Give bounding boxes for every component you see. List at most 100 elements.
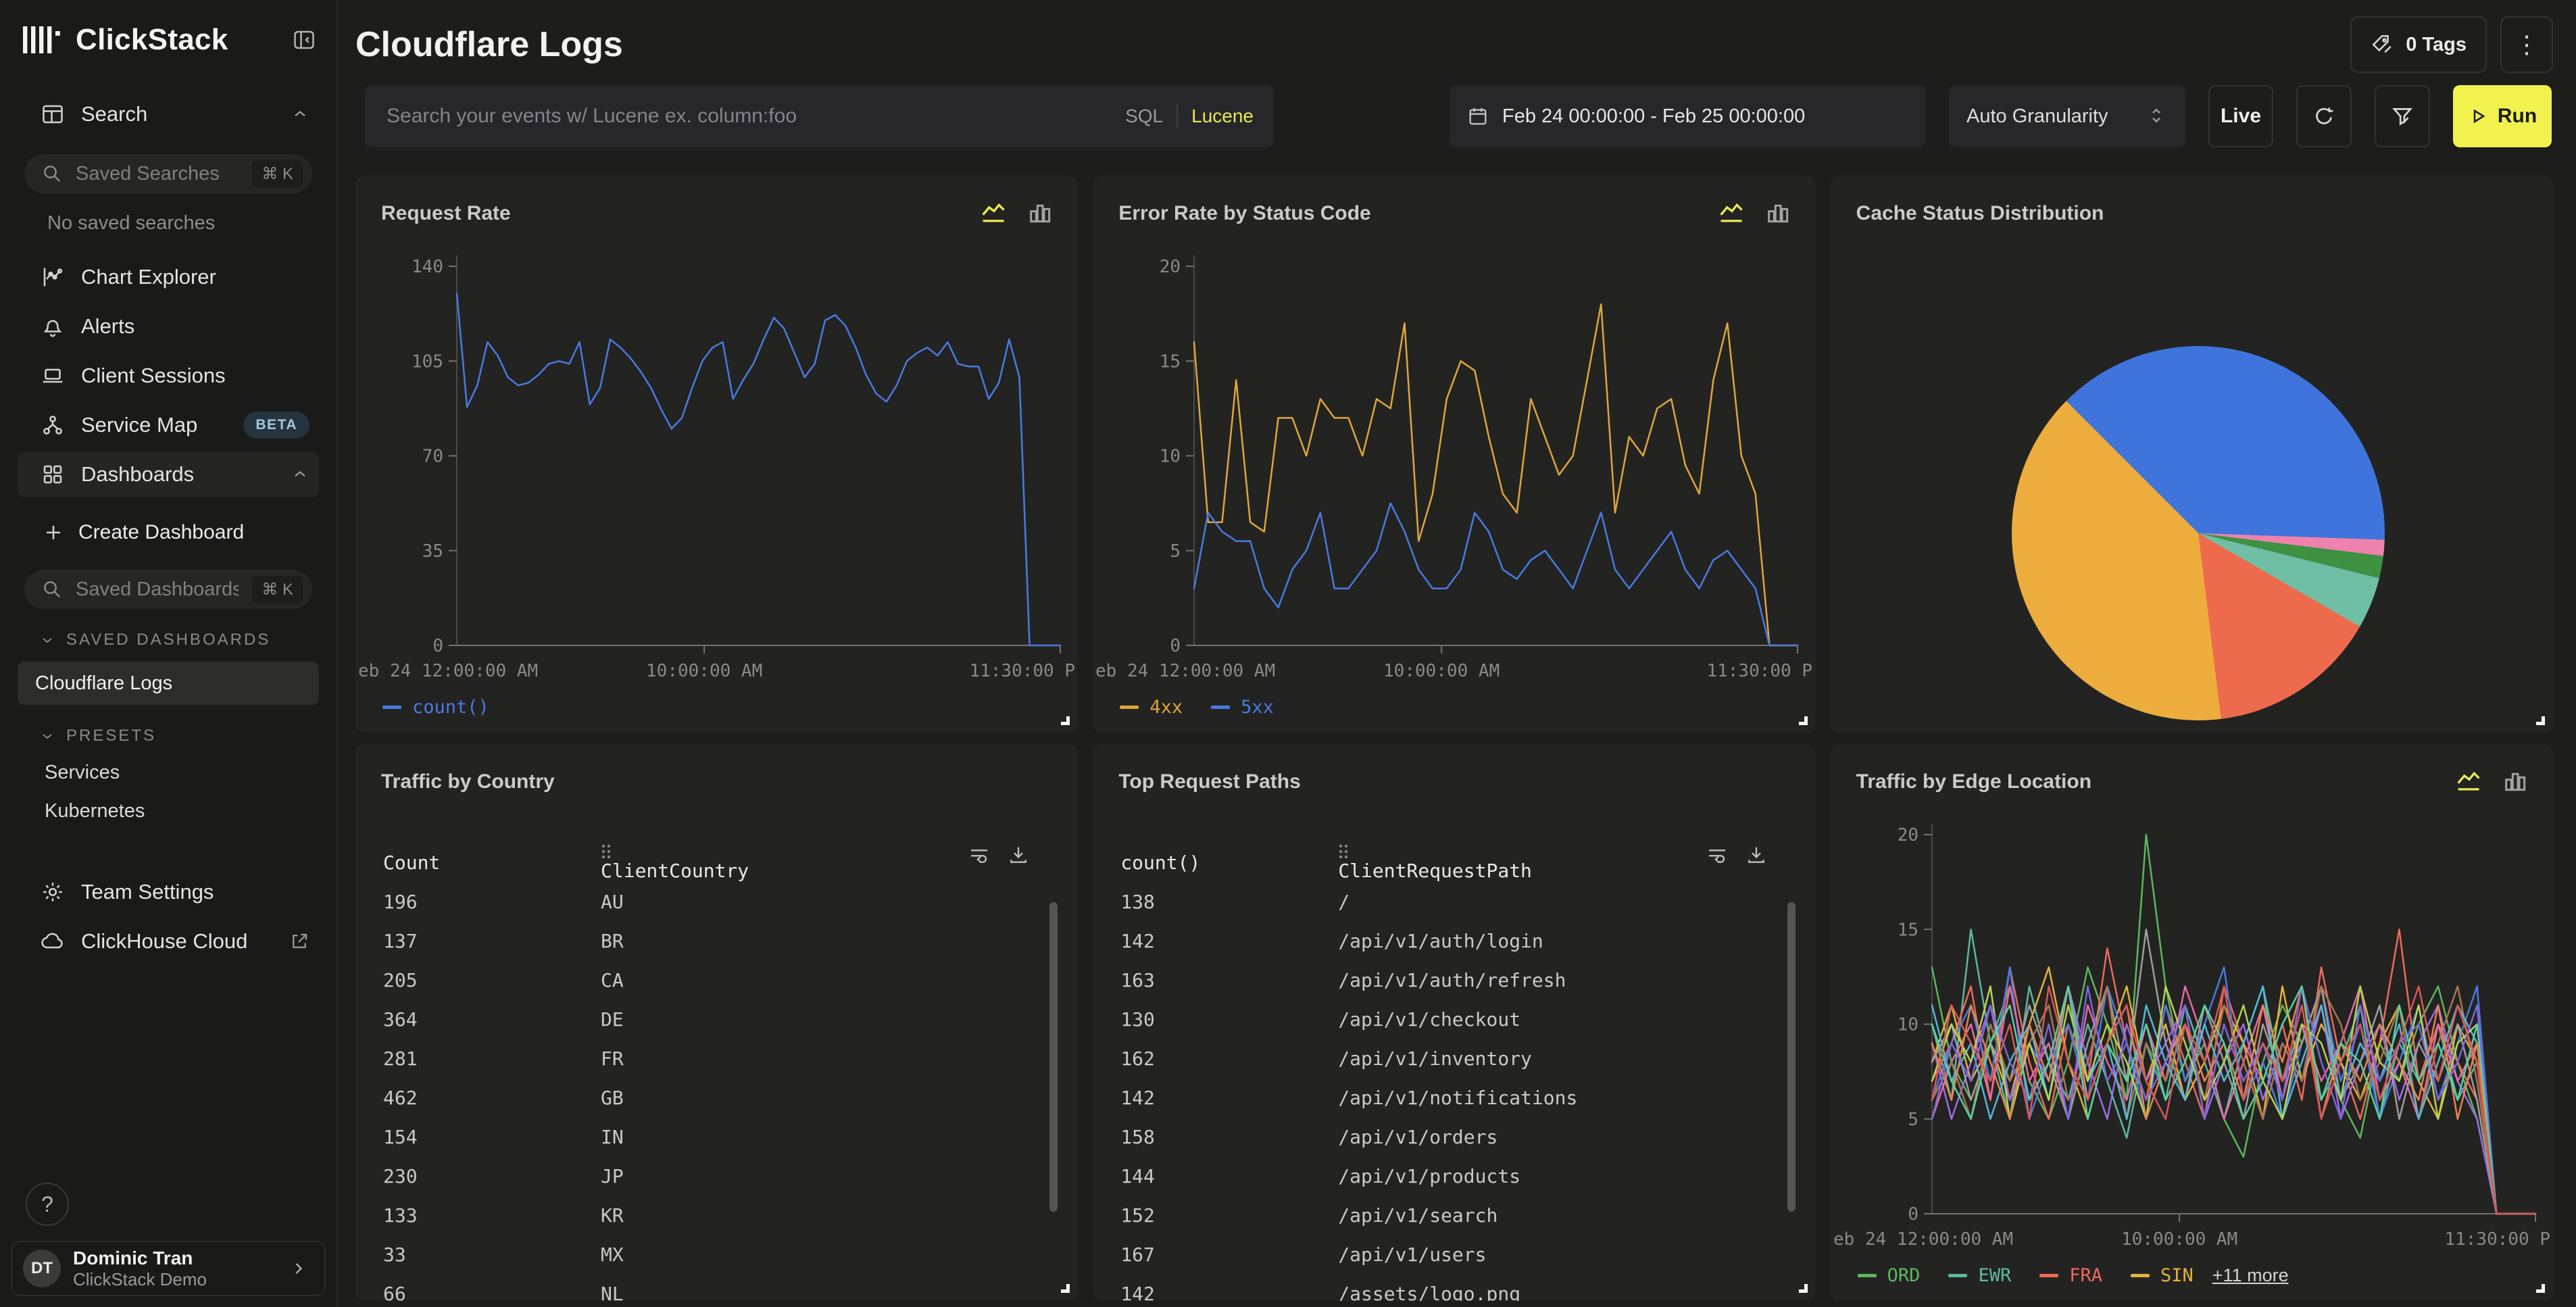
more-menu-button[interactable]: ⋮ — [2500, 16, 2553, 73]
create-dashboard-button[interactable]: Create Dashboard — [18, 513, 319, 552]
create-dashboard-label: Create Dashboard — [78, 521, 244, 544]
table-cell: MX — [600, 1235, 1004, 1275]
table-cell: 133 — [382, 1196, 600, 1235]
resize-handle[interactable] — [1061, 1284, 1070, 1293]
presets-section-toggle[interactable]: PRESETS — [39, 726, 337, 745]
live-button[interactable]: Live — [2208, 85, 2273, 147]
chart-legend: ORD EWR FRA SIN +11 more — [1858, 1260, 2289, 1290]
mode-lucene[interactable]: Lucene — [1191, 105, 1254, 127]
svg-text:10:00:00 AM: 10:00:00 AM — [1383, 661, 1500, 681]
panel-title: Request Rate — [381, 202, 511, 225]
shortcut-badge: ⌘ K — [252, 160, 303, 188]
legend-item[interactable]: ORD — [1858, 1265, 1921, 1286]
laptop-icon — [41, 364, 65, 388]
resize-handle[interactable] — [1061, 716, 1070, 725]
refresh-button[interactable] — [2296, 85, 2352, 147]
column-header[interactable]: ClientRequestPath — [1337, 843, 1741, 883]
line-chart-toggle-icon[interactable] — [2454, 768, 2484, 795]
saved-dashboards-input[interactable] — [74, 578, 240, 601]
sidebar-footer-nav: Team Settings ClickHouse Cloud — [0, 870, 337, 964]
series-line — [1932, 986, 2535, 1214]
time-range-picker[interactable]: Feb 24 00:00:00 - Feb 25 00:00:00 — [1450, 85, 1926, 147]
line-chart-toggle-icon[interactable] — [1717, 200, 1747, 227]
svg-text:5: 5 — [1170, 541, 1181, 562]
table-header-row: count()ClientRequestPath — [1120, 843, 1741, 883]
svg-text:15: 15 — [1160, 351, 1181, 372]
table-cell: /api/v1/orders — [1337, 1118, 1741, 1157]
cache-status-pie-chart[interactable] — [2012, 346, 2385, 720]
scrollbar-thumb[interactable] — [1049, 902, 1058, 1212]
drag-handle-icon[interactable] — [601, 843, 612, 860]
time-range-value: Feb 24 00:00:00 - Feb 25 00:00:00 — [1502, 105, 1805, 128]
panel-title: Error Rate by Status Code — [1118, 202, 1370, 225]
series-line — [1932, 986, 2535, 1214]
sidebar-item-dashboards[interactable]: Dashboards — [18, 452, 319, 497]
bar-chart-toggle-icon[interactable] — [1764, 200, 1791, 227]
table-cell: /api/v1/auth/refresh — [1337, 961, 1741, 1000]
sidebar-item-service-map[interactable]: Service Map BETA — [18, 403, 319, 447]
mode-sql[interactable]: SQL — [1125, 105, 1163, 127]
dashboards-icon — [41, 462, 65, 487]
run-button[interactable]: Run — [2453, 85, 2552, 147]
sidebar-collapse-icon[interactable] — [292, 28, 316, 52]
legend-item[interactable]: EWR — [1948, 1265, 2011, 1286]
legend-item[interactable]: SIN — [2131, 1265, 2194, 1286]
cloud-icon — [41, 929, 65, 954]
line-chart-toggle-icon[interactable] — [979, 200, 1009, 227]
filter-icon — [2391, 105, 2414, 128]
column-header[interactable]: count() — [1120, 843, 1337, 883]
legend-item[interactable]: count() — [382, 697, 489, 718]
sidebar-item-team-settings[interactable]: Team Settings — [18, 870, 319, 914]
filter-button[interactable] — [2375, 85, 2430, 147]
sidebar-item-chart-explorer[interactable]: Chart Explorer — [18, 255, 319, 299]
help-button[interactable]: ? — [26, 1183, 69, 1226]
saved-dashboards-search[interactable]: ⌘ K — [24, 570, 312, 609]
drag-handle-icon[interactable] — [1338, 843, 1349, 860]
bar-chart-toggle-icon[interactable] — [1026, 200, 1054, 227]
resize-handle[interactable] — [2536, 1284, 2545, 1293]
scrollbar-thumb[interactable] — [1787, 902, 1795, 1212]
table-cell: 154 — [382, 1118, 600, 1157]
legend-item[interactable]: 4xx — [1120, 697, 1183, 718]
beta-badge: BETA — [243, 412, 309, 439]
table-row: 167/api/v1/users — [1120, 1235, 1741, 1275]
chevron-up-icon — [291, 105, 309, 124]
legend-item[interactable]: FRA — [2039, 1265, 2102, 1286]
tags-button[interactable]: 0 Tags — [2350, 16, 2487, 73]
saved-searches-input[interactable] — [74, 162, 240, 186]
saved-searches-search[interactable]: ⌘ K — [24, 154, 312, 193]
table-cell: / — [1337, 883, 1741, 922]
column-header[interactable]: ClientCountry — [600, 843, 1004, 883]
column-header[interactable]: Count — [382, 843, 600, 883]
legend-item[interactable]: 5xx — [1211, 697, 1274, 718]
resize-handle[interactable] — [1799, 716, 1808, 725]
legend-dash — [2039, 1274, 2058, 1277]
sidebar-item-client-sessions[interactable]: Client Sessions — [18, 353, 319, 398]
sidebar-item-clickhouse-cloud[interactable]: ClickHouse Cloud — [18, 919, 319, 964]
sidebar-item-alerts[interactable]: Alerts — [18, 304, 319, 349]
bar-chart-toggle-icon[interactable] — [2502, 768, 2529, 795]
sidebar-nav: Chart Explorer Alerts Client Sessions — [0, 255, 337, 497]
table-cell: /api/v1/inventory — [1337, 1039, 1741, 1079]
chart-legend: count() — [382, 693, 489, 722]
user-menu[interactable]: DT Dominic Tran ClickStack Demo — [11, 1241, 326, 1296]
bell-icon — [41, 314, 65, 339]
table-row: 142/api/v1/notifications — [1120, 1079, 1741, 1118]
saved-dashboards-section-toggle[interactable]: SAVED DASHBOARDS — [39, 631, 337, 649]
error-rate-chart: 05101520eb 24 12:00:00 AM10:00:00 AM11:3… — [1093, 232, 1815, 691]
sidebar-item-kubernetes[interactable]: Kubernetes — [45, 800, 337, 822]
sidebar-item-services[interactable]: Services — [45, 762, 337, 784]
sidebar-item-cloudflare-logs[interactable]: Cloudflare Logs — [18, 662, 319, 705]
legend-dash — [1211, 706, 1230, 709]
panel-traffic-by-country: Traffic by Country CountClie — [355, 744, 1078, 1302]
event-search-input[interactable] — [385, 104, 1110, 128]
event-search-box[interactable]: SQL Lucene — [365, 85, 1274, 147]
table-row: 364DE — [382, 1000, 1004, 1039]
sidebar-item-search[interactable]: Search — [18, 92, 319, 137]
resize-handle[interactable] — [1799, 1284, 1808, 1293]
legend-more-link[interactable]: +11 more — [2212, 1265, 2289, 1286]
table-row: 462GB — [382, 1079, 1004, 1118]
resize-handle[interactable] — [2536, 716, 2545, 725]
shortcut-badge: ⌘ K — [252, 576, 303, 603]
granularity-select[interactable]: Auto Granularity — [1949, 85, 2185, 147]
